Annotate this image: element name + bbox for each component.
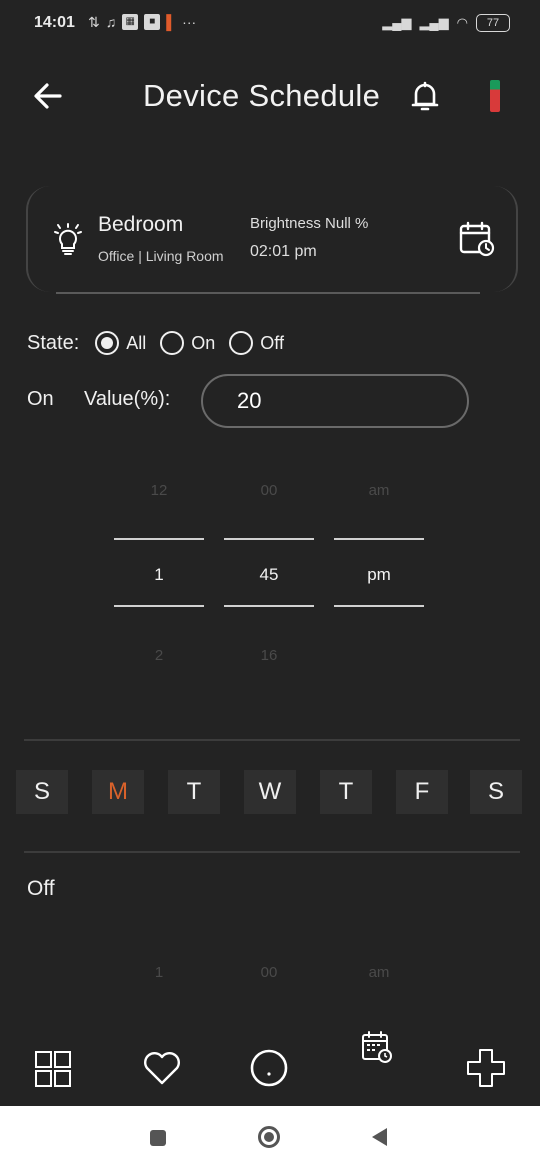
hour-next: 2 bbox=[154, 647, 164, 664]
radio-on[interactable]: On bbox=[160, 331, 215, 355]
page-title: Device Schedule bbox=[143, 78, 381, 113]
radio-on-label: On bbox=[191, 332, 216, 353]
add-icon[interactable] bbox=[466, 1048, 506, 1093]
day-monday[interactable]: M bbox=[92, 770, 144, 814]
schedule-icon[interactable] bbox=[361, 1030, 393, 1069]
weekday-selector: S M T W T F S bbox=[16, 770, 526, 814]
device-name: Bedroom bbox=[98, 213, 184, 236]
off-label: Off bbox=[27, 877, 55, 900]
device-card[interactable] bbox=[26, 186, 518, 292]
ampm-prev: am bbox=[368, 482, 390, 499]
device-time: 02:01 pm bbox=[250, 243, 317, 260]
radio-circle[interactable] bbox=[160, 331, 185, 355]
state-row: State: All On Off bbox=[27, 328, 298, 358]
picker-line bbox=[224, 605, 314, 607]
bulb-icon bbox=[52, 222, 84, 258]
color-marker bbox=[490, 80, 500, 112]
day-friday[interactable]: F bbox=[396, 770, 448, 814]
minute-next: 16 bbox=[260, 647, 278, 664]
minute-selected[interactable]: 45 bbox=[224, 565, 314, 585]
device-schedule-screen: 14:01 ⇅ ♫ ▦ ■ ▌ ··· ▂▄▆ ▂▄▆ ◠ 77 Device … bbox=[0, 0, 540, 1170]
back-icon[interactable] bbox=[372, 1128, 387, 1146]
heart-icon[interactable] bbox=[142, 1050, 182, 1091]
system-nav-bar bbox=[0, 1106, 540, 1170]
recent-apps-icon[interactable] bbox=[150, 1130, 166, 1146]
signal2-icon: ▂▄▆ bbox=[419, 15, 449, 30]
bottom-nav bbox=[0, 1030, 540, 1104]
status-time: 14:01 bbox=[34, 14, 75, 31]
bell-icon[interactable] bbox=[408, 78, 442, 114]
hour-prev: 12 bbox=[150, 482, 168, 499]
home-icon[interactable] bbox=[258, 1126, 280, 1148]
day-tuesday[interactable]: T bbox=[168, 770, 220, 814]
battery-icon: 77 bbox=[476, 14, 510, 32]
radio-all[interactable]: All bbox=[95, 331, 146, 355]
signal-icon: ▂▄▆ bbox=[382, 15, 412, 30]
radio-circle-checked[interactable] bbox=[95, 331, 120, 355]
app-header: Device Schedule bbox=[0, 66, 540, 126]
state-label: State: bbox=[27, 331, 80, 354]
status-left-icons: ⇅ ♫ ▦ ■ ▌ ··· bbox=[84, 14, 196, 31]
picker-line bbox=[334, 538, 424, 540]
wifi-icon: ◠ bbox=[456, 15, 468, 30]
grid-icon[interactable] bbox=[34, 1050, 72, 1093]
picker-line bbox=[224, 538, 314, 540]
off-ampm-prev: am bbox=[368, 964, 390, 981]
day-wednesday[interactable]: W bbox=[244, 770, 296, 814]
off-minute-prev: 00 bbox=[260, 964, 278, 981]
minute-prev: 00 bbox=[260, 482, 278, 499]
off-hour-prev: 1 bbox=[154, 964, 164, 981]
back-arrow-icon[interactable] bbox=[30, 78, 66, 114]
ampm-selected[interactable]: pm bbox=[334, 565, 424, 585]
value-label: Value(%): bbox=[84, 388, 171, 410]
calendar-clock-icon[interactable] bbox=[458, 220, 496, 258]
more-icon: ··· bbox=[182, 14, 197, 30]
radio-off[interactable]: Off bbox=[229, 331, 284, 355]
hour-selected[interactable]: 1 bbox=[114, 565, 204, 585]
on-label: On bbox=[27, 388, 54, 410]
divider bbox=[24, 851, 520, 853]
day-thursday[interactable]: T bbox=[320, 770, 372, 814]
radio-off-label: Off bbox=[260, 332, 284, 353]
radio-all-label: All bbox=[126, 332, 147, 353]
device-location: Office | Living Room bbox=[98, 248, 224, 264]
radio-circle[interactable] bbox=[229, 331, 254, 355]
value-input[interactable] bbox=[201, 374, 469, 428]
sim-icon: ▦ bbox=[122, 14, 139, 30]
notification-icon: ■ bbox=[144, 14, 161, 30]
picker-line bbox=[114, 605, 204, 607]
day-saturday[interactable]: S bbox=[470, 770, 522, 814]
status-bar: 14:01 ⇅ ♫ ▦ ■ ▌ ··· ▂▄▆ ▂▄▆ ◠ 77 bbox=[0, 0, 540, 50]
headphones-icon: ♫ bbox=[105, 14, 117, 30]
device-brightness: Brightness Null % bbox=[250, 215, 369, 232]
f-app-icon: ▌ bbox=[166, 14, 177, 30]
card-divider bbox=[56, 292, 480, 294]
hd-icon: ⇅ bbox=[88, 14, 100, 30]
info-icon[interactable] bbox=[249, 1048, 289, 1093]
divider bbox=[24, 739, 520, 741]
picker-line bbox=[334, 605, 424, 607]
status-right-icons: ▂▄▆ ▂▄▆ ◠ 77 bbox=[382, 14, 510, 32]
picker-line bbox=[114, 538, 204, 540]
day-sunday[interactable]: S bbox=[16, 770, 68, 814]
